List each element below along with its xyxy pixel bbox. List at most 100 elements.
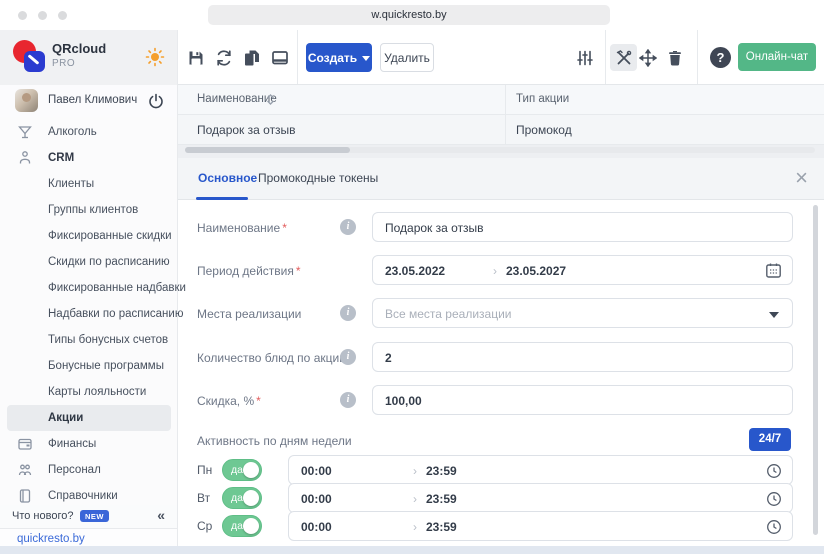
people-icon: [17, 462, 33, 478]
window-dot-2[interactable]: [38, 11, 47, 20]
sidebar-item-nadbavki-po-raspisaniyu[interactable]: Надбавки по расписанию: [0, 301, 178, 327]
refresh-icon[interactable]: [215, 49, 233, 67]
clock-icon[interactable]: [766, 463, 782, 479]
info-icon[interactable]: i: [340, 349, 356, 365]
window-dot-1[interactable]: [18, 11, 27, 20]
discount-input[interactable]: 100,00: [372, 385, 793, 415]
brand-name: QRcloud: [52, 41, 106, 56]
field-row-name: Наименование* i Подарок за отзыв: [197, 212, 793, 242]
sort-icon[interactable]: [264, 93, 277, 106]
field-label-discount: Скидка, %: [197, 394, 254, 408]
day-toggle[interactable]: да: [222, 515, 262, 537]
collapse-sidebar-icon[interactable]: «: [157, 507, 165, 523]
delete-button[interactable]: Удалить: [380, 43, 434, 72]
time-to[interactable]: 23:59: [426, 464, 457, 478]
tab-osnovnoe[interactable]: Основное: [198, 171, 257, 185]
site-link-row: quickresto.by: [0, 528, 177, 548]
day-toggle[interactable]: да: [222, 459, 262, 481]
table-header: Наименование Тип акции: [178, 85, 824, 115]
tools-button[interactable]: [610, 44, 637, 71]
time-from[interactable]: 00:00: [301, 520, 332, 534]
info-icon[interactable]: i: [340, 392, 356, 408]
calendar-icon[interactable]: [765, 262, 782, 279]
whats-new-bar[interactable]: Что нового? NEW «: [0, 505, 177, 528]
active-tab-underline: [196, 197, 248, 200]
filter-sliders-icon[interactable]: [576, 49, 594, 67]
info-icon[interactable]: i: [340, 305, 356, 321]
app-window: w.quickresto.by QRcloud PRO П: [0, 0, 824, 554]
column-divider: [505, 85, 506, 145]
field-row-discount: Скидка, %* i 100,00: [197, 385, 793, 415]
time-from[interactable]: 00:00: [301, 464, 332, 478]
field-label-name: Наименование: [197, 221, 280, 235]
tab-bar: Основное Промокодные токены ×: [178, 158, 824, 200]
name-input[interactable]: Подарок за отзыв: [372, 212, 793, 242]
places-select[interactable]: Все места реализации: [372, 298, 793, 328]
help-button[interactable]: ?: [710, 47, 731, 68]
user-name: Павел Климович: [48, 94, 137, 106]
window-dot-3[interactable]: [58, 11, 67, 20]
copy-icon[interactable]: [243, 49, 261, 67]
field-row-dishes: Количество блюд по акции* i 2: [197, 342, 793, 372]
dishes-input[interactable]: 2: [372, 342, 793, 372]
qrcloud-logo-icon: [13, 40, 49, 76]
time-range-input[interactable]: 00:00 › 23:59: [288, 455, 793, 485]
move-icon[interactable]: [639, 49, 657, 67]
period-to[interactable]: 23.05.2027: [506, 264, 566, 278]
discount-value: 100,00: [385, 394, 422, 408]
user-row[interactable]: Павел Климович: [0, 85, 177, 117]
display-icon[interactable]: [271, 49, 289, 67]
field-label-period: Период действия: [197, 264, 294, 278]
day-row-tue: Вт да 00:00 › 23:59: [197, 483, 793, 513]
tab-promokodnye-tokeny[interactable]: Промокодные токены: [258, 171, 378, 185]
time-to[interactable]: 23:59: [426, 492, 457, 506]
sidebar-item-karty-loyalnosti[interactable]: Карты лояльности: [0, 379, 178, 405]
clock-icon[interactable]: [766, 519, 782, 535]
sidebar-item-gruppy-klientov[interactable]: Группы клиентов: [0, 197, 178, 223]
column-header-type[interactable]: Тип акции: [516, 93, 569, 105]
sidebar-item-skidki-po-raspisaniyu[interactable]: Скидки по расписанию: [0, 249, 178, 275]
horizontal-scrollbar-thumb[interactable]: [185, 147, 350, 153]
clock-icon[interactable]: [766, 491, 782, 507]
time-range-input[interactable]: 00:00 › 23:59: [288, 483, 793, 513]
chevron-down-icon[interactable]: [769, 312, 779, 318]
online-chat-button[interactable]: Онлайн-чат: [738, 43, 816, 71]
sidebar-item-personal[interactable]: Персонал: [0, 457, 178, 483]
sidebar-item-crm[interactable]: CRM: [0, 145, 178, 171]
day-label: Пн: [197, 463, 212, 477]
address-bar[interactable]: w.quickresto.by: [208, 5, 610, 25]
sidebar-item-alkogol[interactable]: Алкоголь: [0, 119, 178, 145]
org-icon: [17, 150, 33, 166]
time-to[interactable]: 23:59: [426, 520, 457, 534]
sidebar-item-tipy-bonusnyh-schetov[interactable]: Типы бонусных счетов: [0, 327, 178, 353]
horizontal-scrollbar[interactable]: [185, 147, 815, 153]
create-button[interactable]: Создать: [306, 43, 372, 72]
sidebar-item-fiksirovannye-skidki[interactable]: Фиксированные скидки: [0, 223, 178, 249]
browser-chrome: w.quickresto.by: [0, 0, 824, 30]
badge-24-7[interactable]: 24/7: [749, 428, 791, 451]
sidebar-item-finansy[interactable]: Финансы: [0, 431, 178, 457]
sidebar-item-bonusnye-programmy[interactable]: Бонусные программы: [0, 353, 178, 379]
trash-icon[interactable]: [666, 49, 684, 67]
period-input[interactable]: 23.05.2022 › 23.05.2027: [372, 255, 793, 285]
sidebar-item-akcii[interactable]: Акции: [7, 405, 171, 431]
table-row[interactable]: Подарок за отзыв Промокод: [178, 115, 824, 145]
close-icon[interactable]: ×: [795, 164, 808, 192]
period-from[interactable]: 23.05.2022: [385, 264, 445, 278]
vertical-scrollbar[interactable]: [813, 205, 818, 535]
cocktail-icon: [17, 124, 33, 140]
time-from[interactable]: 00:00: [301, 492, 332, 506]
theme-sun-icon[interactable]: [145, 47, 165, 67]
dishes-value: 2: [385, 351, 392, 365]
site-link[interactable]: quickresto.by: [17, 533, 85, 545]
sidebar-item-fiksirovannye-nadbavki[interactable]: Фиксированные надбавки: [0, 275, 178, 301]
field-label-dishes: Количество блюд по акции: [197, 351, 346, 365]
info-icon[interactable]: i: [340, 219, 356, 235]
time-range-input[interactable]: 00:00 › 23:59: [288, 511, 793, 541]
day-toggle[interactable]: да: [222, 487, 262, 509]
sidebar-item-klienty[interactable]: Клиенты: [0, 171, 178, 197]
save-icon[interactable]: [187, 49, 205, 67]
brand-plan: PRO: [52, 58, 75, 69]
main-area: Создать Удалить: [178, 30, 824, 554]
logout-power-icon[interactable]: [148, 93, 164, 109]
